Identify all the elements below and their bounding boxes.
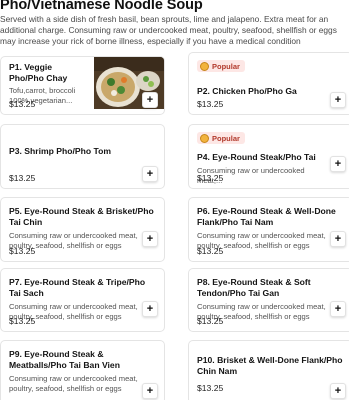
item-price: $13.25: [197, 99, 224, 109]
item-price: $13.25: [197, 173, 224, 183]
menu-item-card[interactable]: P7. Eye-Round Steak & Tripe/Pho Tai Sach…: [0, 268, 165, 332]
item-name: P3. Shrimp Pho/Pho Tom: [9, 146, 112, 156]
item-name: P6. Eye-Round Steak & Well-Done Flank/Ph…: [197, 206, 336, 227]
menu-page: Pho/Vietnamese Noodle Soup Served with a…: [0, 0, 349, 400]
section-title: Pho/Vietnamese Noodle Soup: [0, 0, 203, 13]
add-to-cart-button[interactable]: +: [330, 301, 346, 317]
item-price: $13.25: [9, 246, 36, 256]
item-name: P5. Eye-Round Steak & Brisket/Pho Tai Ch…: [9, 206, 154, 227]
add-to-cart-button[interactable]: +: [330, 92, 346, 108]
smiley-face-icon: [200, 133, 209, 143]
item-price: $13.25: [197, 383, 224, 393]
item-price: $13.25: [9, 99, 36, 109]
item-name: P2. Chicken Pho/Pho Ga: [197, 85, 297, 96]
menu-item-card[interactable]: P10. Brisket & Well-Done Flank/Pho Chin …: [188, 340, 349, 400]
add-to-cart-button[interactable]: +: [330, 383, 346, 399]
item-name: P8. Eye-Round Steak & Soft Tendon/Pho Ta…: [197, 277, 311, 298]
menu-item-card[interactable]: P1. Veggie Pho/Pho Chay Tofu,carrot, bro…: [0, 56, 165, 115]
item-price: $13.25: [197, 246, 224, 256]
popular-badge: Popular: [197, 132, 245, 144]
add-to-cart-button[interactable]: +: [330, 156, 346, 172]
menu-item-card[interactable]: P6. Eye-Round Steak & Well-Done Flank/Ph…: [188, 197, 349, 262]
menu-item-card[interactable]: P9. Eye-Round Steak & Meatballs/Pho Tai …: [0, 340, 165, 400]
add-to-cart-button[interactable]: +: [142, 166, 158, 182]
add-to-cart-button[interactable]: +: [142, 231, 158, 247]
item-name: P7. Eye-Round Steak & Tripe/Pho Tai Sach: [9, 277, 146, 298]
add-to-cart-button[interactable]: +: [330, 231, 346, 247]
popular-badge: Popular: [197, 60, 245, 72]
add-to-cart-button[interactable]: +: [142, 92, 158, 108]
add-to-cart-button[interactable]: +: [142, 301, 158, 317]
item-name: P4. Eye-Round Steak/Pho Tai: [197, 151, 316, 162]
item-name: P1. Veggie Pho/Pho Chay: [9, 62, 68, 83]
section-description: Served with a side dish of fresh basil, …: [0, 14, 337, 46]
badge-label: Popular: [212, 133, 240, 143]
badge-label: Popular: [212, 61, 240, 71]
item-name: P10. Brisket & Well-Done Flank/Pho Chin …: [197, 355, 343, 376]
item-price: $13.25: [197, 316, 224, 326]
add-to-cart-button[interactable]: +: [142, 383, 158, 399]
menu-item-card[interactable]: P3. Shrimp Pho/Pho Tom $13.25 +: [0, 124, 165, 189]
item-price: $13.25: [9, 173, 36, 183]
item-description: Consuming raw or undercooked meat, poult…: [9, 374, 138, 393]
item-price: $13.25: [9, 316, 36, 326]
menu-item-card[interactable]: Popular P4. Eye-Round Steak/Pho Tai Cons…: [188, 124, 349, 189]
item-name: P9. Eye-Round Steak & Meatballs/Pho Tai …: [9, 349, 120, 370]
smiley-face-icon: [200, 61, 209, 71]
menu-item-card[interactable]: Popular P2. Chicken Pho/Pho Ga $13.25 +: [188, 52, 349, 115]
menu-item-card[interactable]: P8. Eye-Round Steak & Soft Tendon/Pho Ta…: [188, 268, 349, 332]
menu-item-card[interactable]: P5. Eye-Round Steak & Brisket/Pho Tai Ch…: [0, 197, 165, 262]
